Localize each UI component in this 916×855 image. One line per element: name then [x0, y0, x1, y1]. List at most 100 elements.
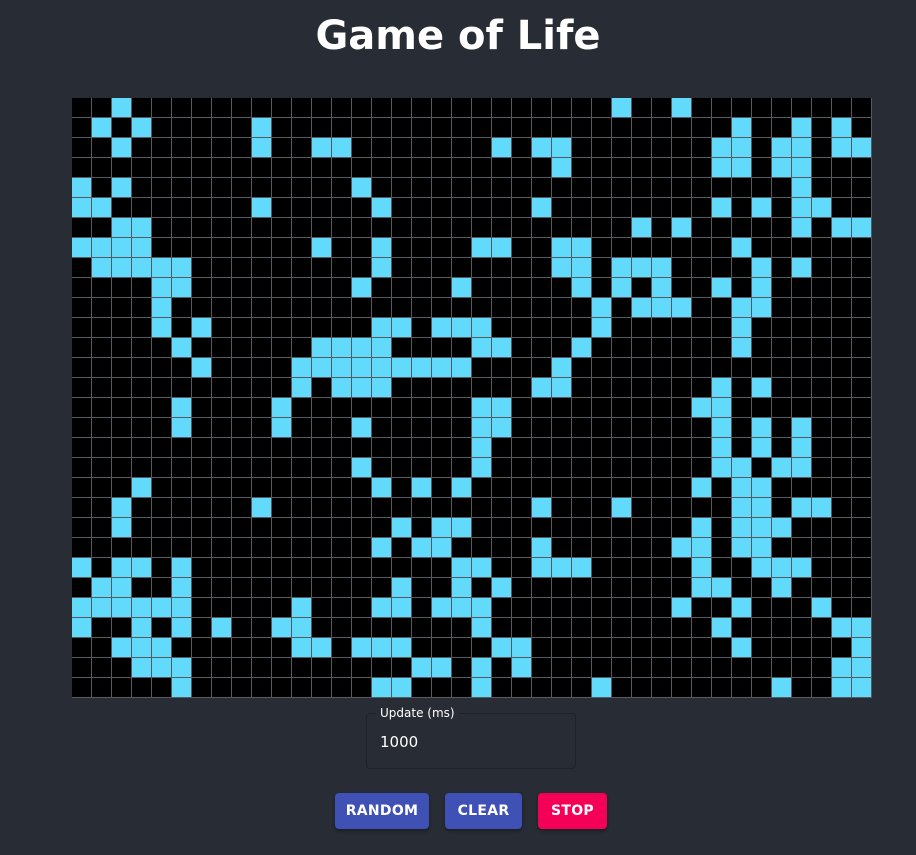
cell-alive[interactable] — [472, 238, 492, 258]
cell-dead[interactable] — [112, 418, 132, 438]
cell-alive[interactable] — [332, 138, 352, 158]
cell-dead[interactable] — [172, 318, 192, 338]
cell-dead[interactable] — [612, 518, 632, 538]
cell-alive[interactable] — [712, 578, 732, 598]
cell-alive[interactable] — [392, 598, 412, 618]
cell-alive[interactable] — [252, 198, 272, 218]
cell-dead[interactable] — [632, 198, 652, 218]
cell-dead[interactable] — [672, 378, 692, 398]
cell-dead[interactable] — [732, 658, 752, 678]
cell-dead[interactable] — [332, 578, 352, 598]
cell-dead[interactable] — [492, 558, 512, 578]
cell-dead[interactable] — [792, 318, 812, 338]
cell-dead[interactable] — [492, 178, 512, 198]
cell-dead[interactable] — [332, 518, 352, 538]
update-interval-input[interactable] — [380, 728, 560, 756]
cell-dead[interactable] — [512, 258, 532, 278]
cell-dead[interactable] — [152, 378, 172, 398]
cell-dead[interactable] — [212, 358, 232, 378]
cell-alive[interactable] — [352, 378, 372, 398]
cell-dead[interactable] — [172, 498, 192, 518]
cell-dead[interactable] — [432, 478, 452, 498]
cell-dead[interactable] — [392, 478, 412, 498]
cell-alive[interactable] — [852, 658, 872, 678]
cell-alive[interactable] — [552, 358, 572, 378]
cell-dead[interactable] — [212, 198, 232, 218]
cell-alive[interactable] — [72, 198, 92, 218]
cell-dead[interactable] — [72, 118, 92, 138]
cell-alive[interactable] — [72, 618, 92, 638]
cell-dead[interactable] — [592, 658, 612, 678]
cell-dead[interactable] — [272, 318, 292, 338]
cell-alive[interactable] — [732, 338, 752, 358]
cell-dead[interactable] — [572, 138, 592, 158]
cell-dead[interactable] — [572, 478, 592, 498]
cell-dead[interactable] — [252, 658, 272, 678]
cell-alive[interactable] — [172, 338, 192, 358]
cell-dead[interactable] — [852, 318, 872, 338]
cell-dead[interactable] — [592, 418, 612, 438]
cell-alive[interactable] — [732, 638, 752, 658]
cell-alive[interactable] — [132, 238, 152, 258]
cell-alive[interactable] — [472, 458, 492, 478]
cell-dead[interactable] — [512, 358, 532, 378]
cell-alive[interactable] — [92, 198, 112, 218]
cell-dead[interactable] — [612, 118, 632, 138]
cell-dead[interactable] — [92, 558, 112, 578]
cell-dead[interactable] — [812, 118, 832, 138]
cell-dead[interactable] — [812, 338, 832, 358]
cell-dead[interactable] — [752, 178, 772, 198]
cell-dead[interactable] — [772, 618, 792, 638]
cell-dead[interactable] — [612, 238, 632, 258]
cell-alive[interactable] — [772, 578, 792, 598]
cell-dead[interactable] — [312, 558, 332, 578]
cell-dead[interactable] — [812, 418, 832, 438]
cell-dead[interactable] — [252, 438, 272, 458]
cell-dead[interactable] — [652, 658, 672, 678]
cell-dead[interactable] — [832, 478, 852, 498]
cell-dead[interactable] — [172, 438, 192, 458]
cell-dead[interactable] — [532, 218, 552, 238]
cell-dead[interactable] — [412, 138, 432, 158]
cell-dead[interactable] — [652, 438, 672, 458]
cell-dead[interactable] — [472, 578, 492, 598]
cell-dead[interactable] — [72, 418, 92, 438]
cell-alive[interactable] — [652, 258, 672, 278]
cell-dead[interactable] — [152, 158, 172, 178]
cell-alive[interactable] — [172, 398, 192, 418]
cell-dead[interactable] — [732, 398, 752, 418]
cell-dead[interactable] — [832, 498, 852, 518]
cell-dead[interactable] — [492, 158, 512, 178]
cell-dead[interactable] — [232, 558, 252, 578]
cell-dead[interactable] — [72, 138, 92, 158]
cell-alive[interactable] — [372, 678, 392, 698]
cell-alive[interactable] — [552, 558, 572, 578]
cell-dead[interactable] — [572, 118, 592, 138]
cell-alive[interactable] — [732, 318, 752, 338]
cell-dead[interactable] — [92, 438, 112, 458]
cell-dead[interactable] — [532, 298, 552, 318]
cell-dead[interactable] — [632, 98, 652, 118]
cell-dead[interactable] — [852, 458, 872, 478]
cell-dead[interactable] — [792, 338, 812, 358]
cell-dead[interactable] — [692, 638, 712, 658]
cell-dead[interactable] — [312, 178, 332, 198]
cell-dead[interactable] — [852, 438, 872, 458]
cell-dead[interactable] — [632, 138, 652, 158]
cell-alive[interactable] — [512, 638, 532, 658]
cell-dead[interactable] — [552, 538, 572, 558]
cell-alive[interactable] — [492, 418, 512, 438]
cell-dead[interactable] — [352, 118, 372, 138]
cell-dead[interactable] — [92, 518, 112, 538]
cell-dead[interactable] — [392, 98, 412, 118]
cell-dead[interactable] — [292, 538, 312, 558]
cell-dead[interactable] — [452, 418, 472, 438]
cell-dead[interactable] — [712, 518, 732, 538]
cell-dead[interactable] — [652, 378, 672, 398]
cell-dead[interactable] — [632, 378, 652, 398]
cell-dead[interactable] — [452, 118, 472, 138]
cell-dead[interactable] — [172, 138, 192, 158]
cell-dead[interactable] — [812, 218, 832, 238]
cell-dead[interactable] — [632, 498, 652, 518]
cell-alive[interactable] — [132, 118, 152, 138]
